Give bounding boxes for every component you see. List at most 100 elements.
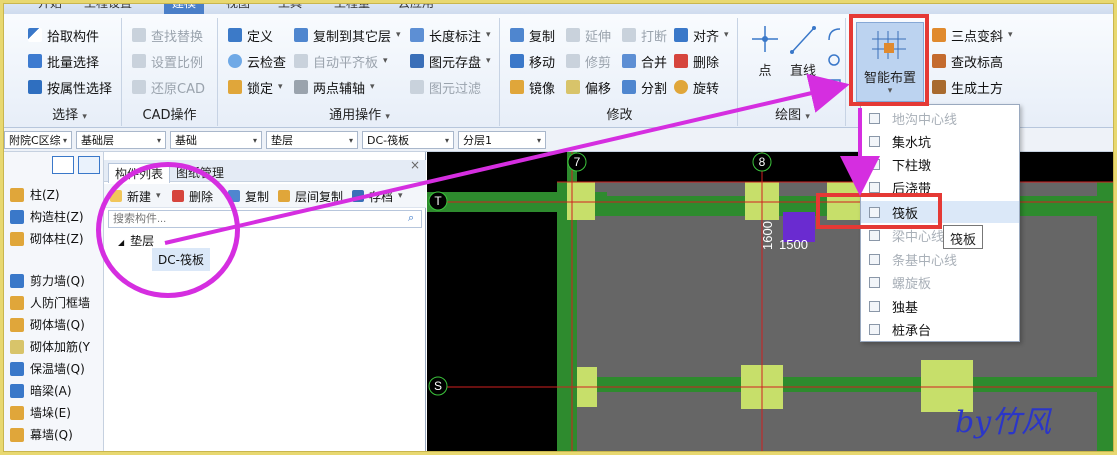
element-filter-button[interactable]: 图元过滤 [410,76,481,98]
menu-item-pile-cap[interactable]: 桩承台 [861,318,1019,340]
nav-item-wall-pier[interactable]: 墙垛(E) [10,404,71,421]
grid-view-icon[interactable] [78,156,100,174]
tab-start[interactable]: 开始 [38,0,62,11]
nav-item-curtain-wall[interactable]: 幕墙(Q) [10,426,73,443]
menu-item-isolated-footing[interactable]: 独基 [861,295,1019,317]
three-point-slope-button[interactable]: 三点变斜 ▾ [932,24,1013,46]
delete-button[interactable]: 删除 [674,50,719,72]
tab-modeling[interactable]: 建模 [164,0,205,14]
menu-item-icon [869,135,880,147]
set-scale-button[interactable]: 设置比例 [132,50,203,72]
archive-icon [352,190,364,202]
define-button[interactable]: 定义 [228,24,273,46]
lock-button[interactable]: 锁定 ▾ [228,76,283,98]
group-label-select: 选择 ▾ [52,108,87,123]
earthwork-icon [932,80,946,94]
length-dim-button[interactable]: 长度标注 ▾ [410,24,491,46]
component-select[interactable]: DC-筏板 ▾ [362,131,454,149]
menu-item-sump-pit[interactable]: 集水坑 [861,130,1019,152]
nav-item-structural-column[interactable]: 构造柱(Z) [10,208,84,225]
close-icon[interactable]: × [410,158,420,172]
elevation-icon [932,54,946,68]
point-button[interactable]: 点 [748,22,782,79]
menu-item-icon [869,229,880,241]
define-icon [228,28,242,42]
tab-view[interactable]: 视图 [226,0,250,11]
arc-rect-circle-icons[interactable] [826,26,842,96]
copy-button[interactable]: 复制 [510,24,555,46]
align-button[interactable]: 对齐 ▾ [674,24,729,46]
cloud-check-button[interactable]: 云检查 [228,50,286,72]
layer-select[interactable]: 分层1 ▾ [458,131,546,149]
line-button[interactable]: 直线 [786,22,820,79]
edit-elevation-button[interactable]: 查改标高 [932,50,1003,72]
group-select: 拾取构件 批量选择 按属性选择 选择 ▾ [18,18,122,126]
tab-project-settings[interactable]: 工程设置 [84,0,132,11]
menu-item-icon [869,253,880,265]
break-button[interactable]: 打断 [622,24,667,46]
category-select[interactable]: 基础 ▾ [170,131,262,149]
split-button[interactable]: 分割 [622,76,667,98]
column-7-T [567,182,595,220]
nav-item-masonry-wall[interactable]: 砌体墙(Q) [10,316,85,333]
menu-item-icon [869,158,880,170]
type-select[interactable]: 垫层 ▾ [266,131,358,149]
offset-button[interactable]: 偏移 [566,76,611,98]
save-element-button[interactable]: 图元存盘 ▾ [410,50,491,72]
trim-button[interactable]: 修剪 [566,50,611,72]
nav-item-masonry-rebar[interactable]: 砌体加筋(Y [10,338,90,355]
filter-icon [410,80,424,94]
tab-tools[interactable]: 工具 [278,0,302,11]
two-point-axis-button[interactable]: 两点辅轴 ▾ [294,76,375,98]
batch-select-button[interactable]: 批量选择 [28,50,99,72]
menu-item-icon [869,276,880,288]
align-icon [674,28,688,42]
rotate-button[interactable]: 旋转 [674,76,719,98]
extend-button[interactable]: 延伸 [566,24,611,46]
dimension-icon [410,28,424,42]
mirror-icon [510,80,524,94]
cross-floor-copy-button[interactable]: 层间复制 [278,185,343,207]
tab-quantity[interactable]: 工程量 [334,0,370,11]
list-view-icon[interactable] [52,156,74,174]
select-by-property-button[interactable]: 按属性选择 [28,76,112,98]
mirror-button[interactable]: 镜像 [510,76,555,98]
menu-item-trench-centerline[interactable]: 地沟中心线 [861,107,1019,129]
pick-icon [28,28,42,42]
copy-to-other-floor-button[interactable]: 复制到其它层 ▾ [294,24,401,46]
group-label-general: 通用操作 ▾ [329,108,390,123]
find-replace-button[interactable]: 查找替换 [132,24,203,46]
nav-item-column[interactable]: 柱(Z) [10,186,60,203]
menu-item-column-pier[interactable]: 下柱墩 [861,153,1019,175]
menu-item-icon [869,181,880,193]
menu-item-icon [869,300,880,312]
masonry-column-icon [10,231,24,246]
beam-right [1097,182,1117,455]
group-cad: 查找替换 设置比例 还原CAD CAD操作 [122,18,218,126]
merge-button[interactable]: 合并 [622,50,667,72]
beam-left [557,182,577,455]
generate-earthwork-button[interactable]: 生成土方 [932,76,1003,98]
axis-label-T: T [434,194,442,208]
nav-item-insulation-wall[interactable]: 保温墙(Q) [10,360,85,377]
tab-cloud[interactable]: 云应用 [398,0,434,11]
nav-item-masonry-column[interactable]: 砌体柱(Z) [10,230,84,247]
shear-wall-icon [10,273,24,288]
nav-item-shear-wall[interactable]: 剪力墙(Q) [10,272,85,289]
project-select[interactable]: 附院C区综 ▾ [4,131,72,149]
menu-item-spiral-slab[interactable]: 螺旋板 [861,271,1019,293]
archive-button[interactable]: 存档 ▾ [352,185,403,207]
move-button[interactable]: 移动 [510,50,555,72]
nav-item-civil-defense-door-wall[interactable]: 人防门框墙 [10,294,90,311]
menu-item-strip-footing-centerline[interactable]: 条基中心线 [861,248,1019,270]
search-icon[interactable]: ⌕ [408,211,414,225]
tooltip-raft-slab: 筏板 [943,225,984,249]
slope-icon [932,28,946,42]
pick-component-button[interactable]: 拾取构件 [28,24,99,46]
auto-flush-slab-button[interactable]: 自动平齐板 ▾ [294,50,388,72]
restore-cad-button[interactable]: 还原CAD [132,76,205,98]
floor-select[interactable]: 基础层 ▾ [76,131,166,149]
nav-item-hidden-beam[interactable]: 暗梁(A) [10,382,72,399]
extend-icon [566,28,580,42]
cross-floor-icon [278,190,290,202]
